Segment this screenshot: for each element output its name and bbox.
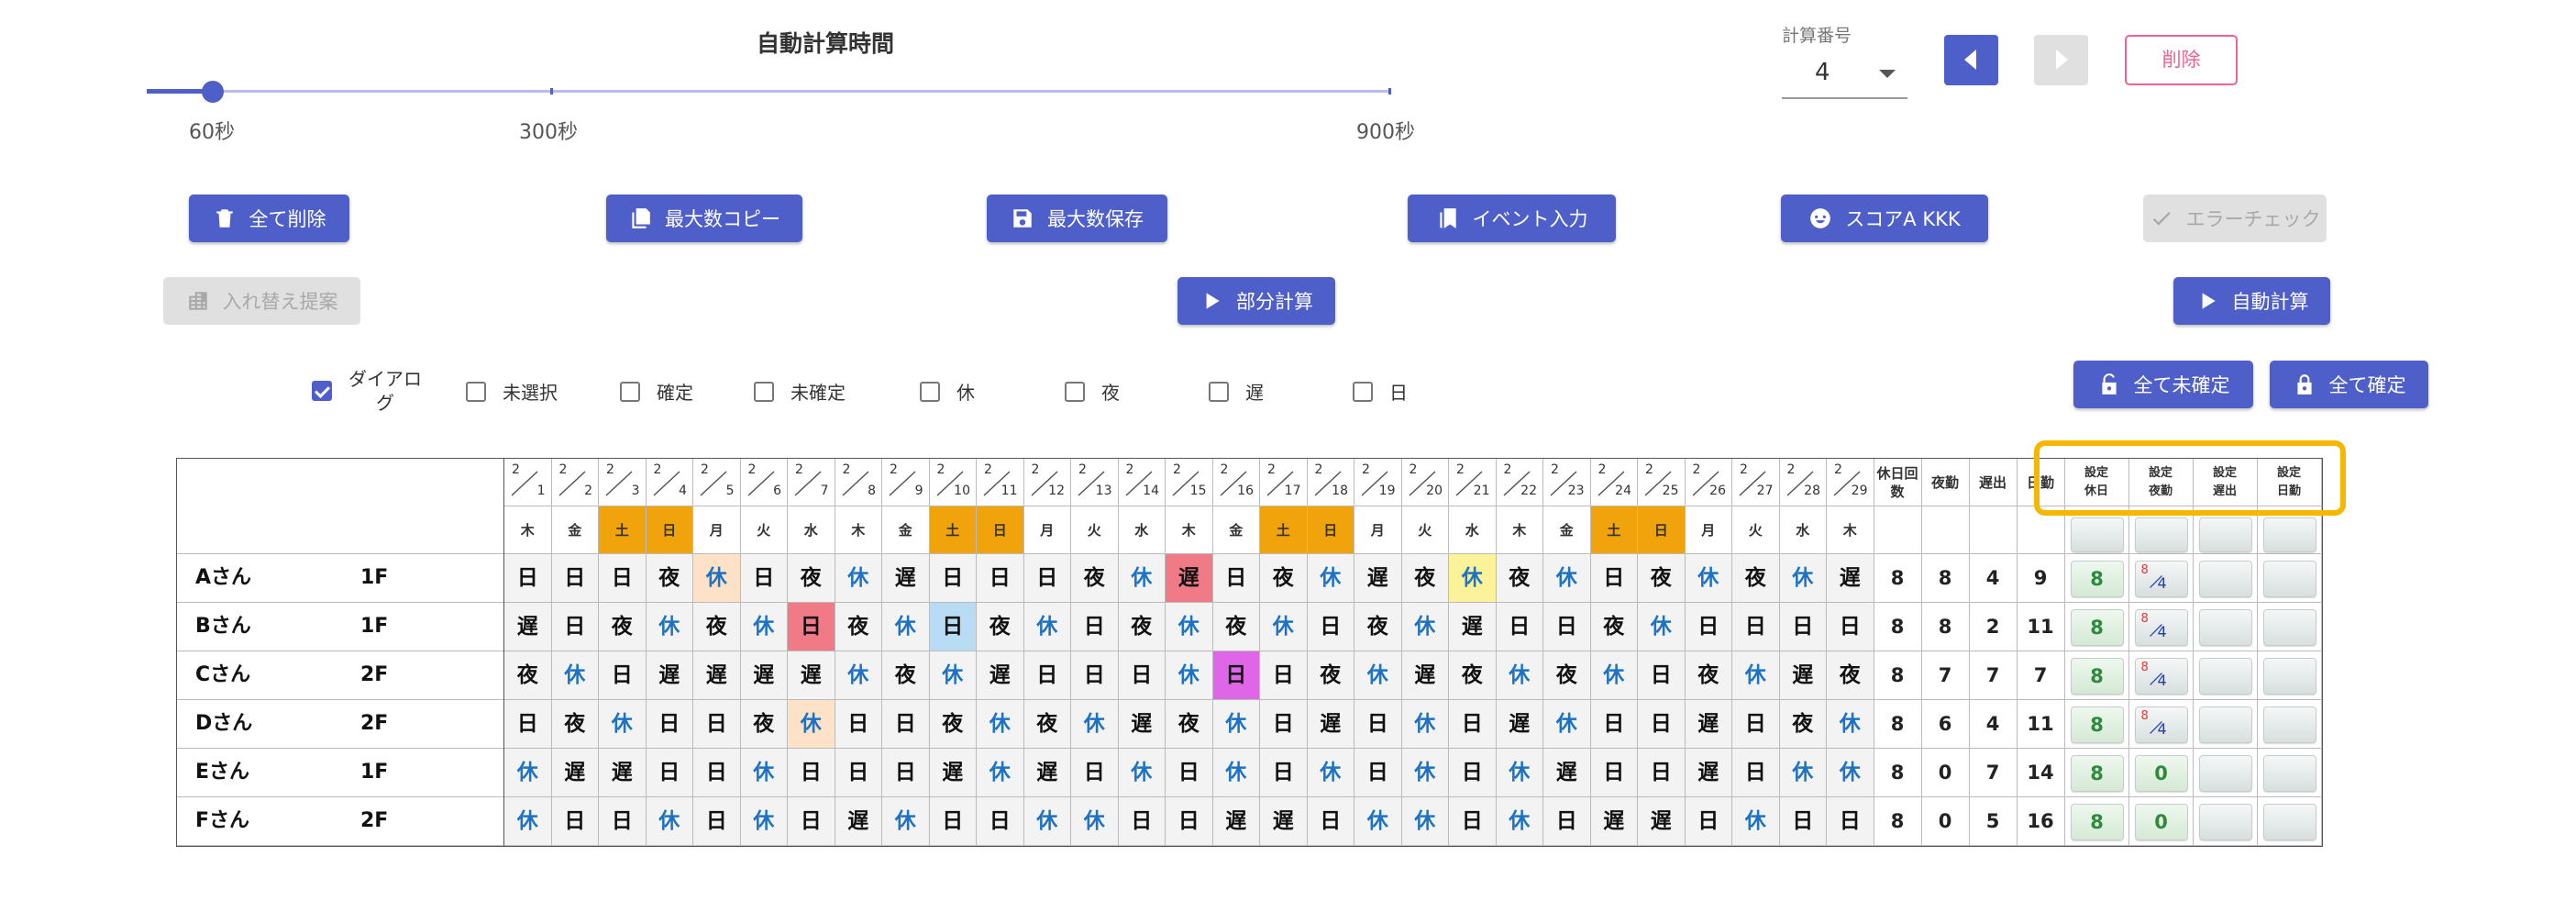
filter-night-label: 夜 bbox=[1101, 382, 1120, 404]
filter-confirmed[interactable]: 確定 bbox=[620, 378, 693, 405]
play-icon bbox=[1206, 293, 1220, 309]
chevron-right-icon bbox=[2056, 50, 2068, 70]
filter-dialog[interactable]: ダイアロ グ bbox=[312, 367, 422, 415]
filter-day[interactable]: 日 bbox=[1353, 378, 1408, 405]
filter-day-label: 日 bbox=[1389, 382, 1408, 404]
unlock-icon bbox=[2101, 373, 2117, 395]
delete-all-label: 全て削除 bbox=[249, 208, 326, 230]
delete-button[interactable]: 削除 bbox=[2125, 35, 2238, 85]
score-label: スコアA KKK bbox=[1845, 208, 1961, 230]
smiley-icon bbox=[1810, 208, 1831, 228]
filter-dialog-label: ダイアロ グ bbox=[348, 368, 422, 414]
partial-calc-button[interactable]: 部分計算 bbox=[1177, 277, 1335, 325]
copy-icon bbox=[632, 208, 650, 228]
calc-number-select[interactable]: 4 bbox=[1782, 50, 1907, 99]
all-confirm-button[interactable]: 全て確定 bbox=[2270, 361, 2428, 408]
calc-number-label: 計算番号 bbox=[1782, 26, 1852, 46]
slider-track[interactable] bbox=[147, 90, 1390, 93]
score-button[interactable]: スコアA KKK bbox=[1781, 195, 1988, 242]
next-button[interactable] bbox=[2034, 35, 2088, 85]
event-input-label: イベント入力 bbox=[1472, 208, 1588, 230]
slider-label-mid: 300秒 bbox=[519, 121, 578, 144]
filter-rest-label: 休 bbox=[956, 382, 975, 404]
filter-late-label: 遅 bbox=[1245, 382, 1264, 404]
trash-icon bbox=[216, 209, 233, 228]
calc-number-value: 4 bbox=[1815, 59, 1830, 86]
chevron-left-icon bbox=[1964, 50, 1976, 70]
checkbox-checked[interactable] bbox=[312, 381, 332, 401]
filter-unselected[interactable]: 未選択 bbox=[466, 378, 558, 405]
checkbox[interactable] bbox=[920, 381, 940, 402]
slider-label-max: 900秒 bbox=[1356, 121, 1415, 144]
save-max-label: 最大数保存 bbox=[1047, 208, 1144, 230]
check-icon bbox=[2152, 211, 2171, 226]
partial-calc-label: 部分計算 bbox=[1236, 291, 1313, 313]
play-icon bbox=[2202, 293, 2216, 309]
building-icon bbox=[188, 292, 207, 310]
copy-max-label: 最大数コピー bbox=[665, 208, 780, 230]
filter-late[interactable]: 遅 bbox=[1209, 378, 1264, 405]
slider-thumb[interactable] bbox=[202, 81, 224, 103]
bookmarks-icon bbox=[1439, 208, 1456, 228]
checkbox[interactable] bbox=[754, 381, 774, 402]
auto-calc-label: 自動計算 bbox=[2231, 291, 2309, 313]
checkbox[interactable] bbox=[1209, 381, 1229, 402]
checkbox[interactable] bbox=[1065, 381, 1085, 402]
slider-mark bbox=[1388, 88, 1391, 95]
save-max-button[interactable]: 最大数保存 bbox=[987, 195, 1167, 242]
all-unconfirm-button[interactable]: 全て未確定 bbox=[2073, 361, 2253, 408]
slider-label-min: 60秒 bbox=[189, 121, 235, 144]
swap-suggest-label: 入れ替え提案 bbox=[222, 291, 338, 313]
filter-unselected-label: 未選択 bbox=[503, 382, 558, 404]
filter-unconfirmed[interactable]: 未確定 bbox=[754, 378, 846, 405]
caret-down-icon bbox=[1879, 70, 1896, 78]
checkbox[interactable] bbox=[1353, 381, 1373, 402]
error-check-button[interactable]: エラーチェック bbox=[2143, 195, 2327, 242]
swap-suggest-button[interactable]: 入れ替え提案 bbox=[163, 277, 360, 325]
table-separator bbox=[503, 459, 504, 846]
auto-calc-button[interactable]: 自動計算 bbox=[2173, 277, 2330, 325]
save-icon bbox=[1013, 209, 1032, 228]
event-input-button[interactable]: イベント入力 bbox=[1408, 195, 1616, 242]
slider-mark bbox=[550, 88, 553, 95]
all-confirm-label: 全て確定 bbox=[2328, 374, 2406, 396]
filter-rest[interactable]: 休 bbox=[920, 378, 975, 405]
filter-night[interactable]: 夜 bbox=[1065, 378, 1120, 405]
filter-confirmed-label: 確定 bbox=[657, 382, 693, 404]
delete-all-button[interactable]: 全て削除 bbox=[189, 195, 349, 242]
checkbox[interactable] bbox=[620, 381, 640, 402]
checkbox[interactable] bbox=[466, 381, 486, 402]
prev-button[interactable] bbox=[1944, 35, 1998, 85]
table-border bbox=[176, 458, 2323, 847]
error-check-label: エラーチェック bbox=[2185, 208, 2321, 230]
copy-max-button[interactable]: 最大数コピー bbox=[606, 195, 802, 242]
all-unconfirm-label: 全て未確定 bbox=[2133, 374, 2230, 396]
slider-title: 自動計算時間 bbox=[756, 30, 894, 57]
lock-icon bbox=[2296, 374, 2312, 395]
filter-unconfirmed-label: 未確定 bbox=[790, 382, 846, 404]
settings-highlight-box bbox=[2034, 440, 2346, 516]
